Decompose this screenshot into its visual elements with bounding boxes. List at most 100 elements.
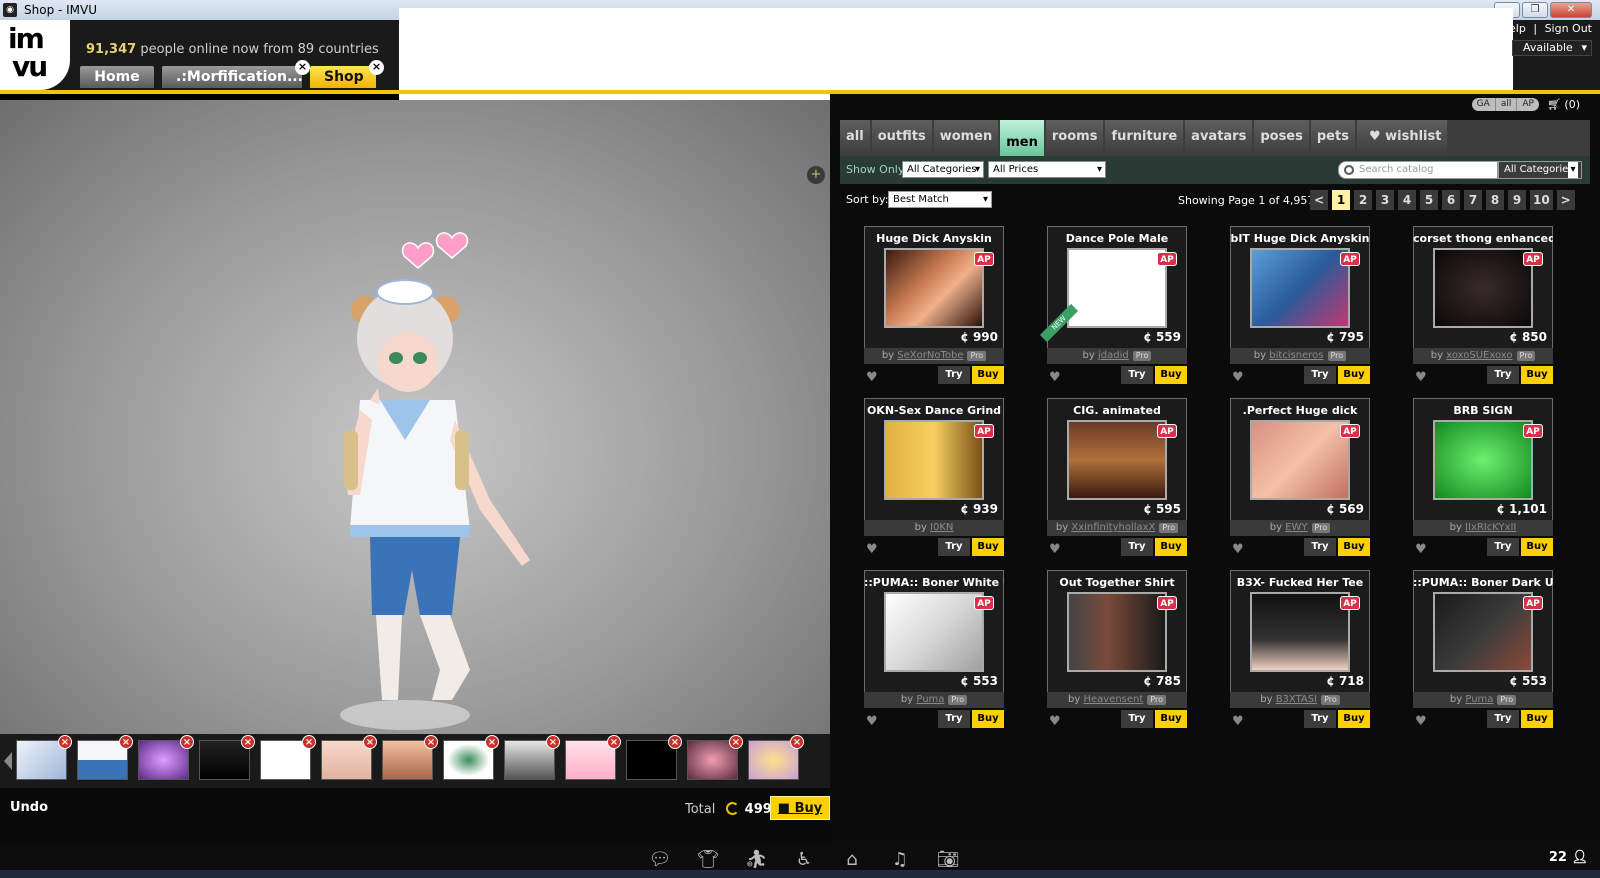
remove-item-icon[interactable]: × — [546, 735, 560, 749]
tab-rooms[interactable]: rooms — [1045, 120, 1104, 156]
tab-furniture[interactable]: furniture — [1105, 120, 1184, 156]
try-button[interactable]: Try — [1304, 710, 1336, 728]
product-name[interactable]: B3X- Fucked Her Tee — [1230, 576, 1370, 589]
wishlist-heart-icon[interactable]: ♥ — [1232, 714, 1244, 729]
outfit-item[interactable]: × — [748, 735, 804, 780]
remove-item-icon[interactable]: × — [119, 735, 133, 749]
page-4[interactable]: 4 — [1398, 190, 1416, 210]
music-icon[interactable]: ♫ — [888, 850, 912, 870]
rating-ga[interactable]: GA — [1472, 98, 1496, 111]
rating-all[interactable]: all — [1496, 98, 1518, 111]
buy-button[interactable]: Buy — [1521, 538, 1553, 556]
close-tab-icon[interactable]: × — [369, 60, 384, 75]
page-9[interactable]: 9 — [1508, 190, 1526, 210]
try-button[interactable]: Try — [1304, 366, 1336, 384]
remove-item-icon[interactable]: × — [180, 735, 194, 749]
user-count[interactable]: 22 👤︎ — [1549, 850, 1588, 865]
remove-item-icon[interactable]: × — [485, 735, 499, 749]
product-thumbnail[interactable] — [884, 248, 984, 328]
outfit-item[interactable]: × — [321, 735, 377, 780]
close-tab-icon[interactable]: × — [295, 60, 310, 75]
creator-link[interactable]: IIxRIcKYxII — [1465, 522, 1516, 533]
try-button[interactable]: Try — [1121, 710, 1153, 728]
wishlist-heart-icon[interactable]: ♥ — [1415, 542, 1427, 557]
try-button[interactable]: Try — [1121, 366, 1153, 384]
tab-shop[interactable]: Shop × — [310, 60, 384, 88]
tab-avatars[interactable]: avatars — [1185, 120, 1253, 156]
try-button[interactable]: Try — [1487, 538, 1519, 556]
product-card[interactable]: .Perfect Huge dick AP ¢ 569 by EWY Pro ♥ Try Bu… — [1230, 398, 1370, 562]
wishlist-heart-icon[interactable]: ♥ — [1415, 370, 1427, 385]
product-thumbnail[interactable] — [1433, 420, 1533, 500]
search-input[interactable]: Search catalog — [1338, 161, 1498, 179]
camera-icon[interactable]: 📷︎ — [936, 850, 960, 870]
product-name[interactable]: BRB SIGN — [1413, 404, 1553, 417]
home-icon[interactable]: ⌂ — [840, 850, 864, 870]
creator-link[interactable]: B3XTASI — [1276, 694, 1317, 705]
tab-wishlist[interactable]: ♥ wishlist — [1356, 120, 1448, 156]
pose-icon[interactable]: ♿︎ — [792, 850, 816, 870]
product-card[interactable]: Out Together Shirt AP ¢ 785 by Heavensent Pr… — [1047, 570, 1187, 734]
buy-button[interactable]: Buy — [972, 710, 1004, 728]
buy-button[interactable]: Buy — [972, 538, 1004, 556]
buy-button[interactable]: Buy — [1155, 538, 1187, 556]
product-thumbnail[interactable] — [1433, 592, 1533, 672]
product-card[interactable]: Huge Dick Anyskin AP ¢ 990 by SeXorNoTobe Pr… — [864, 226, 1004, 390]
remove-item-icon[interactable]: × — [607, 735, 621, 749]
tab-pets[interactable]: pets — [1310, 120, 1355, 156]
wishlist-heart-icon[interactable]: ♥ — [1415, 714, 1427, 729]
tab-outfits[interactable]: outfits — [871, 120, 932, 156]
page-10[interactable]: 10 — [1530, 190, 1553, 210]
product-name[interactable]: CIG. animated — [1047, 404, 1187, 417]
buy-button[interactable]: Buy — [1338, 710, 1370, 728]
avatar-icon[interactable]: ⛹︎ — [744, 850, 768, 870]
tab-women[interactable]: women — [933, 120, 999, 156]
product-card[interactable]: Dance Pole Male NEW AP ¢ 559 by jdadid Pro ♥ Tr… — [1039, 226, 1187, 390]
creator-link[interactable]: I0KN — [930, 522, 953, 533]
outfit-item[interactable]: × — [504, 735, 560, 780]
outfit-item[interactable]: × — [77, 735, 133, 780]
cart-button[interactable]: 🛒︎ (0) — [1547, 98, 1580, 111]
product-card[interactable]: corset thong enhanced bkAP¢ 850by xoxoSU… — [1413, 226, 1553, 390]
imvu-logo[interactable]: im vu — [0, 20, 70, 90]
product-name[interactable]: bIT Huge Dick Anyskin — [1230, 232, 1370, 245]
creator-link[interactable]: EWY — [1285, 522, 1307, 533]
wishlist-heart-icon[interactable]: ♥ — [1049, 542, 1061, 557]
outfit-item[interactable]: × — [16, 735, 72, 780]
product-name[interactable]: OKN-Sex Dance Grind — [864, 404, 1004, 417]
try-button[interactable]: Try — [1487, 710, 1519, 728]
outfit-item[interactable]: × — [199, 735, 255, 780]
outfit-item[interactable]: × — [382, 735, 438, 780]
restore-icon[interactable]: ❐ — [1522, 2, 1548, 18]
page-6[interactable]: 6 — [1442, 190, 1460, 210]
product-thumbnail[interactable] — [1433, 248, 1533, 328]
remove-item-icon[interactable]: × — [302, 735, 316, 749]
product-card[interactable]: OKN-Sex Dance Grind AP ¢ 939 by I0KN ♥ Try Buy — [864, 398, 1004, 562]
remove-item-icon[interactable]: × — [424, 735, 438, 749]
wishlist-heart-icon[interactable]: ♥ — [1232, 542, 1244, 557]
category-select[interactable]: All Categories — [902, 161, 984, 178]
product-card[interactable]: ::PUMA:: Boner Dark UP AP ¢ 553 by Puma Pro ♥… — [1413, 570, 1553, 734]
page-8[interactable]: 8 — [1486, 190, 1504, 210]
sort-select[interactable]: Best Match — [888, 191, 992, 208]
outfit-item[interactable]: × — [443, 735, 499, 780]
creator-link[interactable]: XxinfinityhollaxX — [1071, 522, 1155, 533]
avatar-viewport[interactable] — [0, 100, 830, 734]
wishlist-heart-icon[interactable]: ♥ — [866, 542, 878, 557]
remove-item-icon[interactable]: × — [58, 735, 72, 749]
product-name[interactable]: ::PUMA:: Boner White UP — [864, 576, 1004, 589]
tab-poses[interactable]: poses — [1254, 120, 1309, 156]
scroll-left-icon[interactable] — [4, 752, 12, 770]
tab-room[interactable]: .:Morfification... × — [162, 60, 310, 88]
creator-link[interactable]: xoxoSUExoxo — [1446, 350, 1512, 361]
product-thumbnail[interactable] — [884, 592, 984, 672]
remove-item-icon[interactable]: × — [790, 735, 804, 749]
buy-button[interactable]: Buy — [1521, 710, 1553, 728]
remove-item-icon[interactable]: × — [363, 735, 377, 749]
undo-button[interactable]: Undo — [10, 800, 48, 815]
product-thumbnail[interactable] — [884, 420, 984, 500]
try-button[interactable]: Try — [938, 710, 970, 728]
wishlist-heart-icon[interactable]: ♥ — [1232, 370, 1244, 385]
expand-viewport-button[interactable]: + — [807, 166, 825, 184]
wishlist-heart-icon[interactable]: ♥ — [866, 370, 878, 385]
